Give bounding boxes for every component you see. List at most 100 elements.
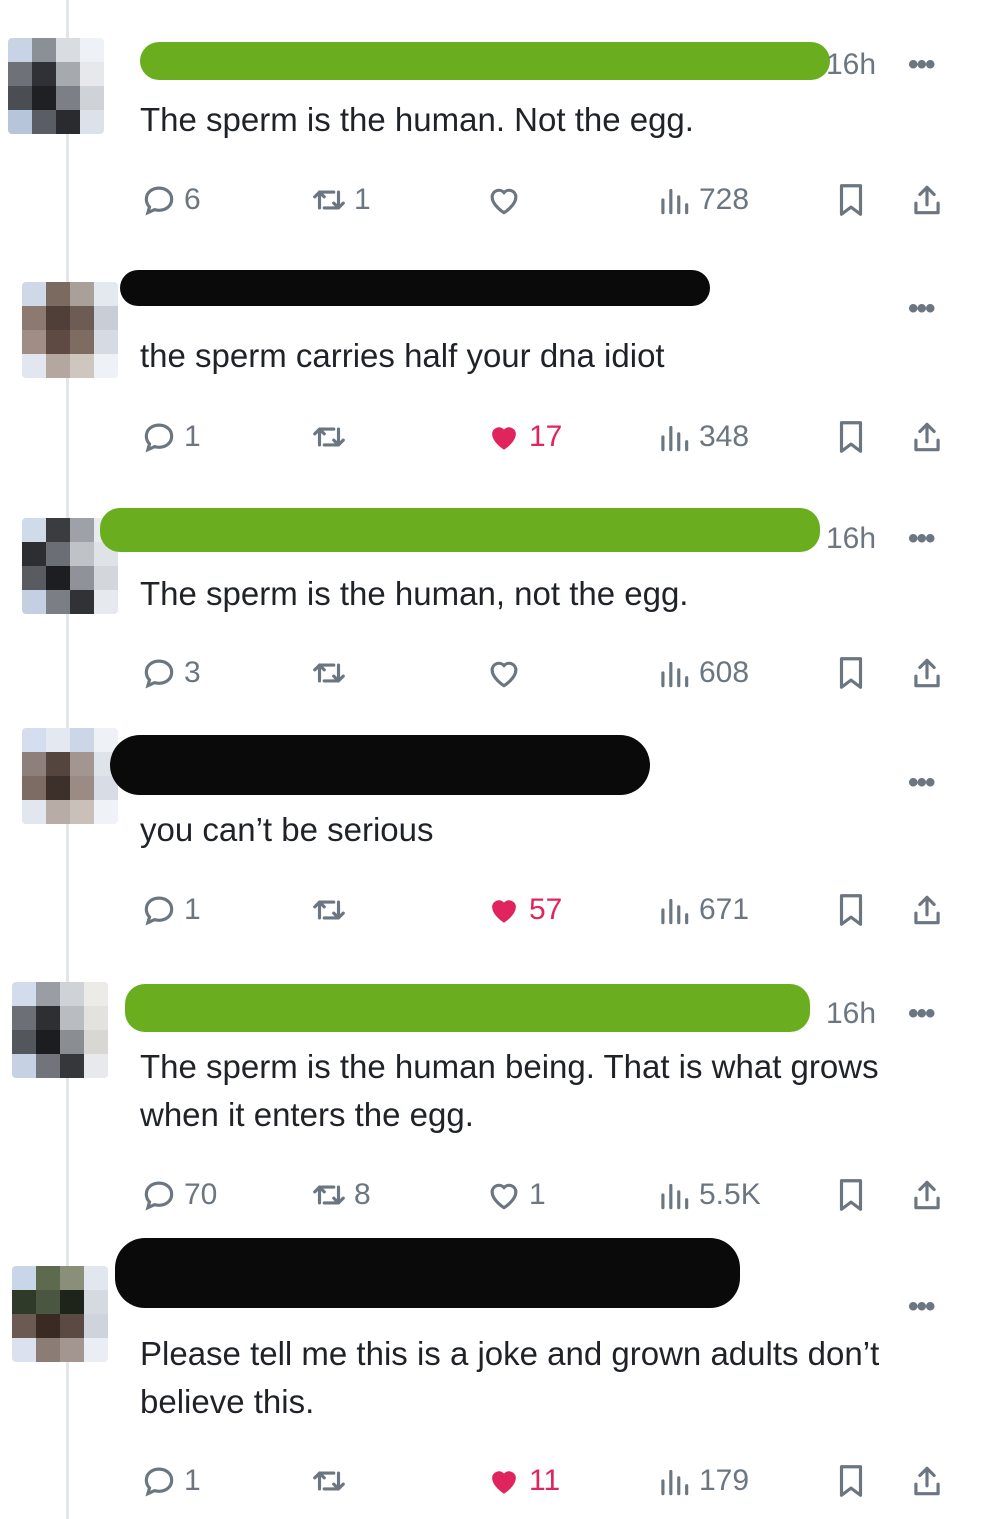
reply-count: 6 [184,183,201,216]
redacted-username [120,270,710,306]
reply-icon [140,654,178,692]
reply-button[interactable]: 1 [140,412,201,462]
share-icon [908,418,946,456]
repost-icon [310,181,348,219]
reply-icon [140,891,178,929]
share-button[interactable] [908,412,946,462]
more-options-button[interactable]: ••• [908,997,935,1031]
repost-icon [310,1462,348,1500]
action-bar: 70 8 1 5.5K [140,1170,960,1220]
reply-count: 3 [184,656,201,689]
repost-button[interactable]: 8 [310,1170,371,1220]
more-options-button[interactable]: ••• [908,292,935,326]
share-button[interactable] [908,1170,946,1220]
views-icon [655,1462,693,1500]
repost-icon [310,1176,348,1214]
repost-button[interactable] [310,412,354,462]
bookmark-icon [832,1176,870,1214]
views-button[interactable]: 728 [655,175,749,225]
avatar[interactable] [22,282,118,378]
more-options-button[interactable]: ••• [908,522,935,556]
like-count: 1 [529,1178,546,1211]
reply-button[interactable]: 3 [140,648,201,698]
like-button[interactable] [485,175,529,225]
views-button[interactable]: 608 [655,648,749,698]
repost-icon [310,891,348,929]
views-icon [655,1176,693,1214]
redacted-username [110,735,650,795]
views-icon [655,418,693,456]
post-text: you can’t be serious [140,811,434,848]
like-button[interactable]: 11 [485,1456,560,1506]
repost-button[interactable] [310,648,354,698]
reply-count: 1 [184,420,201,453]
bookmark-button[interactable] [832,1456,870,1506]
like-button[interactable]: 57 [485,885,562,935]
like-button[interactable]: 1 [485,1170,546,1220]
views-count: 179 [699,1464,750,1497]
bookmark-icon [832,891,870,929]
repost-icon [310,654,348,692]
more-options-button[interactable]: ••• [908,48,935,82]
like-button[interactable] [485,648,529,698]
more-options-button[interactable]: ••• [908,1290,935,1324]
bookmark-button[interactable] [832,885,870,935]
views-button[interactable]: 671 [655,885,749,935]
bookmark-button[interactable] [832,1170,870,1220]
post-time[interactable]: 16h [826,48,876,82]
reply-button[interactable]: 6 [140,175,201,225]
reply-button[interactable]: 1 [140,1456,201,1506]
share-button[interactable] [908,885,946,935]
avatar[interactable] [22,728,118,824]
avatar[interactable] [8,38,104,134]
heart-icon [485,181,523,219]
views-icon [655,181,693,219]
views-count: 728 [699,183,750,216]
more-options-button[interactable]: ••• [908,766,935,800]
avatar[interactable] [12,1266,108,1362]
repost-button[interactable]: 1 [310,175,371,225]
reply-icon [140,181,178,219]
repost-count: 1 [354,183,371,216]
views-button[interactable]: 5.5K [655,1170,761,1220]
share-icon [908,654,946,692]
post-text: the sperm carries half your dna idiot [140,337,665,374]
heart-icon [485,1176,523,1214]
like-count: 57 [529,893,563,926]
views-button[interactable]: 179 [655,1456,749,1506]
views-count: 5.5K [699,1178,761,1211]
repost-button[interactable] [310,885,354,935]
redacted-username [115,1238,740,1308]
heart-filled-icon [485,891,523,929]
like-count: 17 [529,420,563,453]
repost-button[interactable] [310,1456,354,1506]
bookmark-icon [832,181,870,219]
post-text: The sperm is the human. Not the egg. [140,101,694,138]
bookmark-button[interactable] [832,412,870,462]
share-button[interactable] [908,648,946,698]
reply-button[interactable]: 1 [140,885,201,935]
bookmark-icon [832,418,870,456]
bookmark-button[interactable] [832,648,870,698]
redacted-username [100,508,820,552]
like-count: 11 [529,1464,561,1497]
views-button[interactable]: 348 [655,412,749,462]
repost-icon [310,418,348,456]
action-bar: 3 608 [140,648,960,698]
bookmark-button[interactable] [832,175,870,225]
action-bar: 1 11 179 [140,1456,960,1506]
avatar[interactable] [12,982,108,1078]
repost-count: 8 [354,1178,371,1211]
reply-count: 1 [184,1464,201,1497]
views-count: 671 [699,893,750,926]
action-bar: 1 57 671 [140,885,960,935]
like-button[interactable]: 17 [485,412,562,462]
redacted-username [125,984,810,1032]
post-time[interactable]: 16h [826,997,876,1031]
post-time[interactable]: 16h [826,522,876,556]
share-button[interactable] [908,175,946,225]
reply-button[interactable]: 70 [140,1170,217,1220]
bookmark-icon [832,654,870,692]
reply-count: 1 [184,893,201,926]
share-button[interactable] [908,1456,946,1506]
